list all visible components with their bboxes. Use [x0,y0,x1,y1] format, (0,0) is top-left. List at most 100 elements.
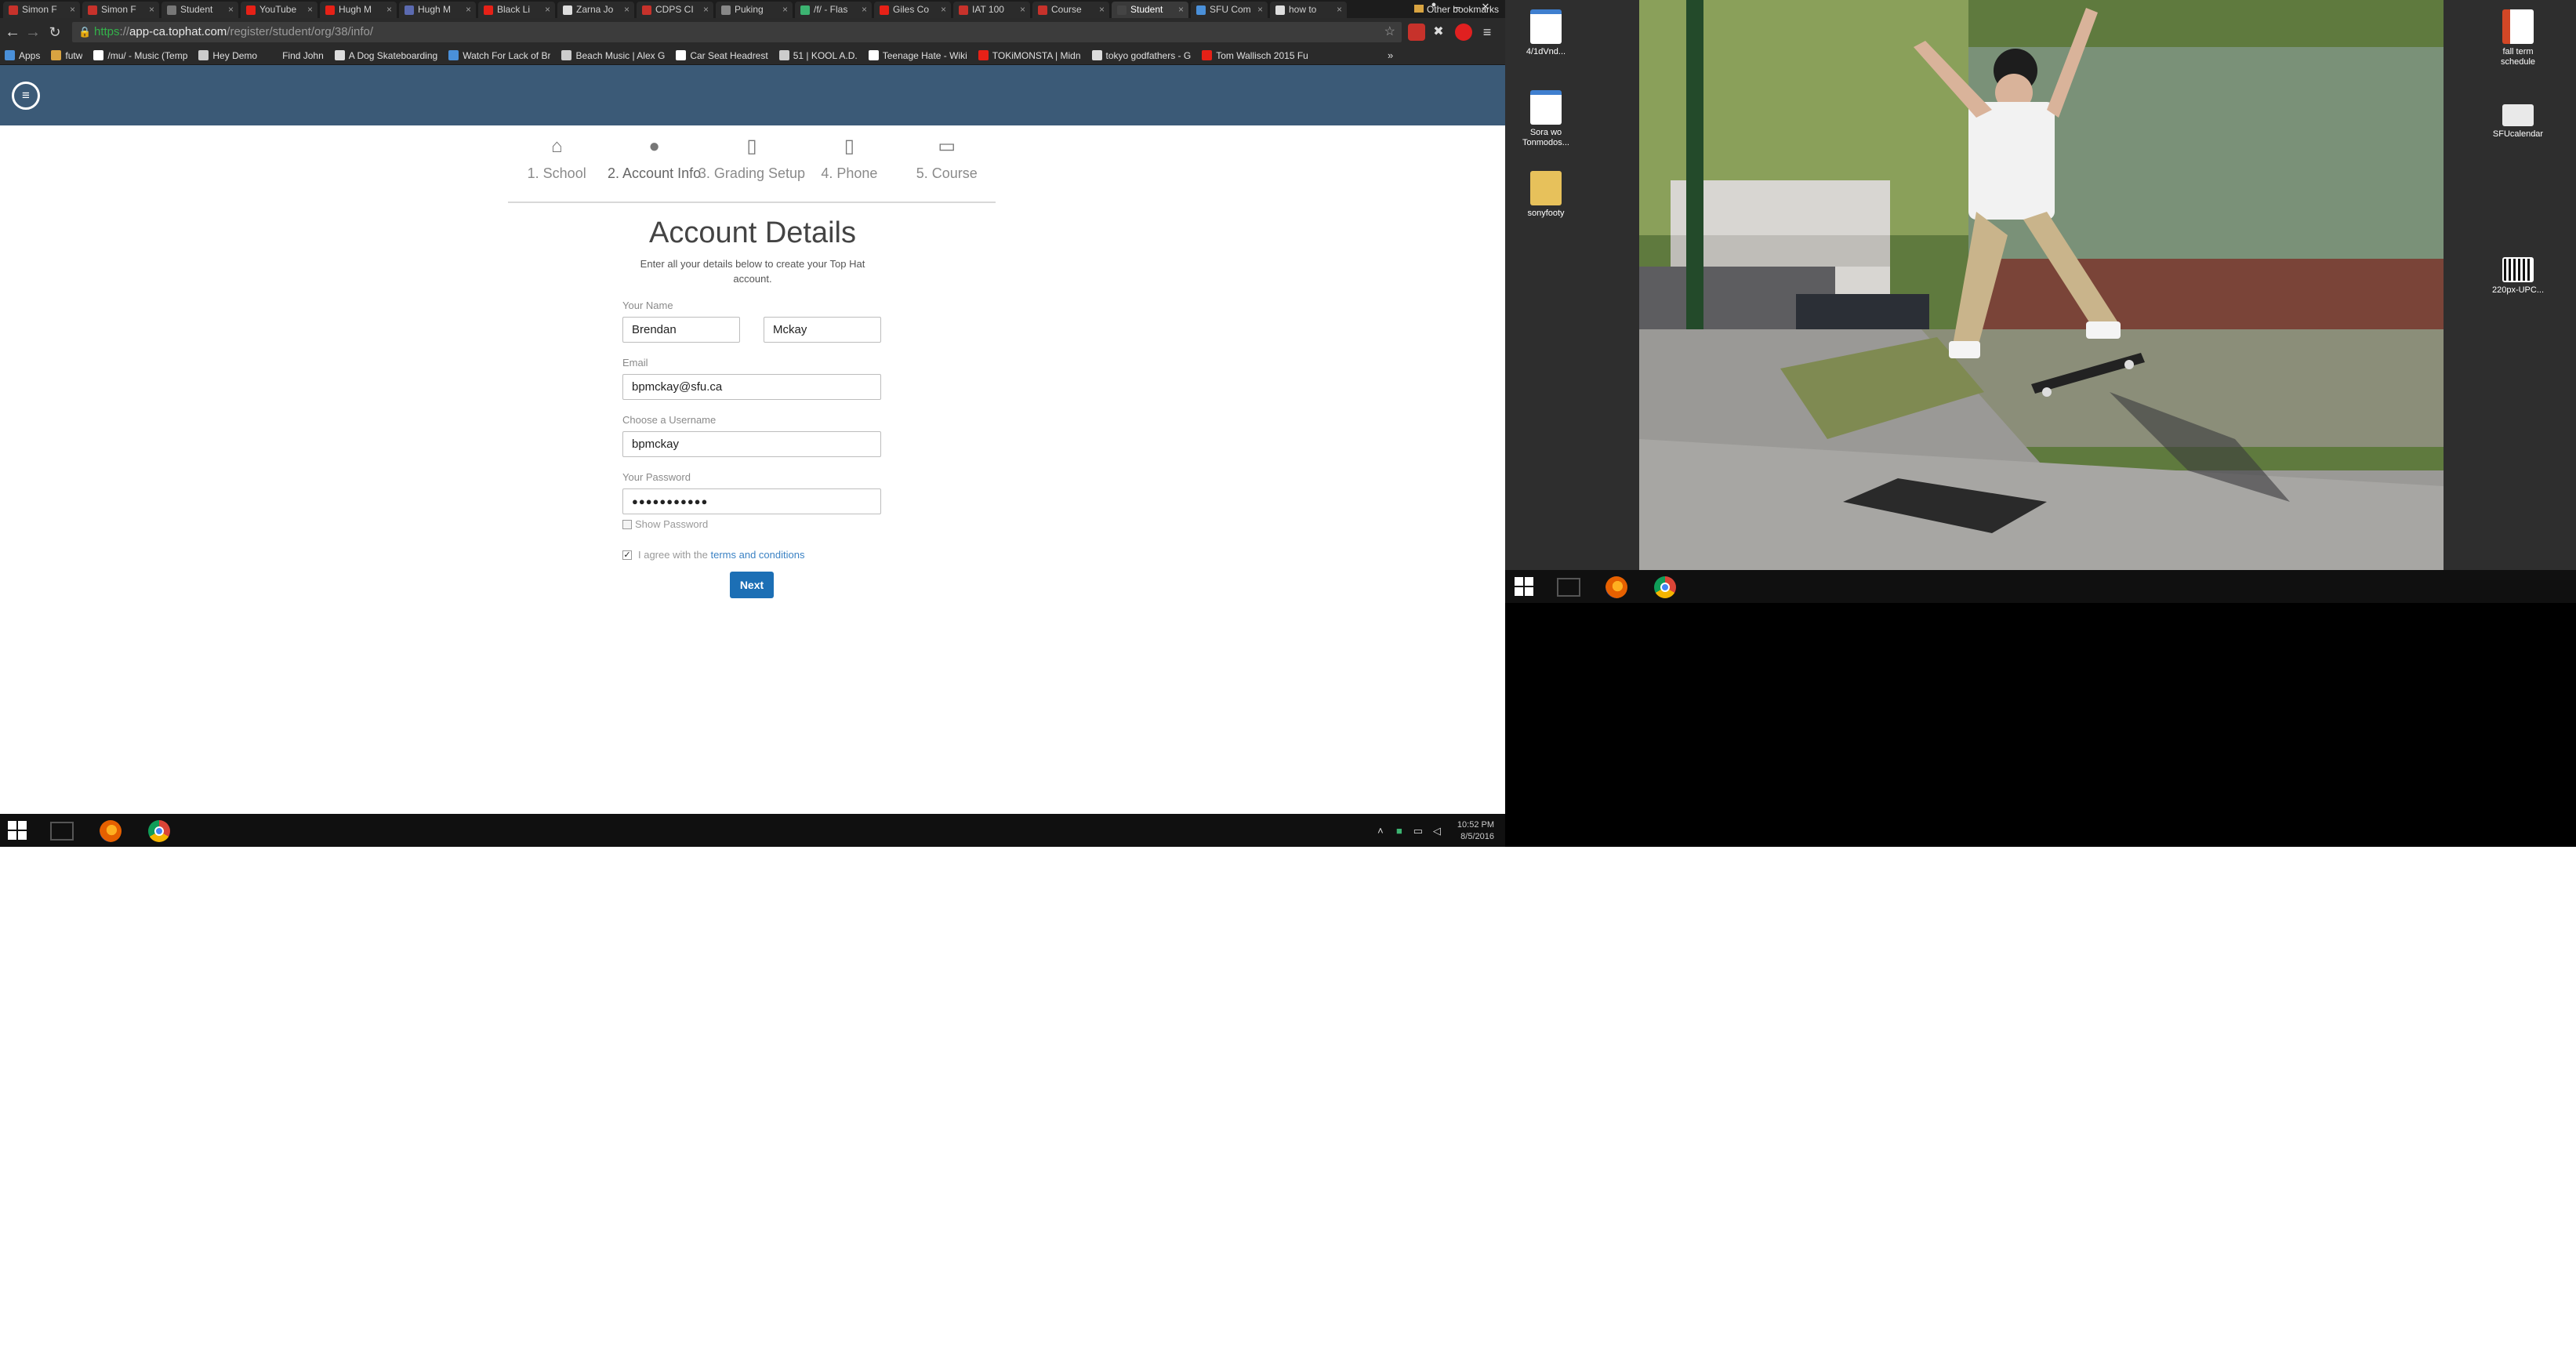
file-explorer-icon[interactable] [50,822,74,841]
tab-close-icon[interactable]: × [1020,2,1025,18]
bookmark-item[interactable]: A Dog Skateboarding [334,50,437,61]
browser-tab[interactable]: Student × [1112,2,1188,18]
tools-icon[interactable]: ✖ [1430,24,1447,41]
desktop-file-2[interactable]: Sora wo Tonmodos... [1515,90,1577,148]
show-password-checkbox[interactable] [622,520,632,529]
browser-tab[interactable]: Zarna Jo × [557,2,634,18]
bookmark-item[interactable]: 51 | KOOL A.D. [778,50,858,61]
tab-close-icon[interactable]: × [862,2,867,18]
taskbar-clock[interactable]: 10:52 PM 8/5/2016 [1457,819,1494,843]
browser-tab[interactable]: SFU Com × [1191,2,1268,18]
tab-close-icon[interactable]: × [703,2,709,18]
bookmark-item[interactable]: /mu/ - Music (Temp [93,50,187,61]
last-name-field[interactable] [764,317,881,343]
back-icon[interactable]: ← [3,22,22,42]
bookmark-favicon-icon [51,50,62,60]
browser-tab[interactable]: /f/ - Flas × [795,2,872,18]
windows-start-icon[interactable] [8,821,27,840]
windows-start-icon[interactable] [1515,577,1533,596]
desktop-file-calendar[interactable]: SFUcalendar [2487,98,2549,140]
desktop-file-1[interactable]: 4/1dVnd... [1515,9,1577,57]
tray-app-icon[interactable]: ■ [1393,825,1406,837]
tab-close-icon[interactable]: × [1257,2,1263,18]
browser-tab[interactable]: Hugh M × [399,2,476,18]
firefox-icon[interactable] [100,820,122,842]
tab-close-icon[interactable]: × [228,2,234,18]
browser-tab[interactable]: Student × [161,2,238,18]
step-1[interactable]: ⌂ 1. School [509,129,604,202]
terms-link[interactable]: terms and conditions [711,549,805,561]
more-bookmarks-chevron[interactable]: » [1388,49,1393,61]
browser-tab[interactable]: Puking × [716,2,793,18]
first-name-field[interactable] [622,317,740,343]
star-icon[interactable]: ☆ [1384,22,1395,42]
browser-tab[interactable]: Simon F × [82,2,159,18]
tophat-logo-icon[interactable]: ≡ [12,82,40,110]
bookmark-item[interactable]: tokyo godfathers - G [1091,50,1191,61]
browser-tab[interactable]: IAT 100 × [953,2,1030,18]
chrome-icon[interactable] [1654,576,1676,598]
browser-tab[interactable]: CDPS CI × [637,2,713,18]
browser-tab[interactable]: YouTube × [241,2,317,18]
bookmark-favicon-icon [561,50,572,60]
name-label: Your Name [622,300,673,311]
browser-tab[interactable]: Black Li × [478,2,555,18]
desktop-file-barcode[interactable]: 220px-UPC... [2487,257,2549,296]
file-explorer-icon[interactable] [1557,578,1580,597]
address-bar[interactable]: 🔒 https://app-ca.tophat.com/register/stu… [72,22,1402,42]
step-4[interactable]: ▯ 4. Phone [801,129,897,202]
username-field[interactable] [622,431,881,457]
tab-close-icon[interactable]: × [545,2,550,18]
browser-tab[interactable]: Hugh M × [320,2,397,18]
browser-tab[interactable]: Course × [1032,2,1109,18]
tab-close-icon[interactable]: × [1178,2,1184,18]
tab-close-icon[interactable]: × [782,2,788,18]
forward-icon[interactable]: → [24,22,42,42]
tab-close-icon[interactable]: × [466,2,471,18]
step-2[interactable]: ● 2. Account Info [607,129,702,202]
tab-close-icon[interactable]: × [386,2,392,18]
step-3[interactable]: ▯ 3. Grading Setup [698,129,805,202]
adblock-icon[interactable] [1455,24,1472,41]
bookmark-item[interactable]: futw [51,50,82,61]
tab-favicon-icon [405,5,414,15]
firefox-icon[interactable] [1605,576,1627,598]
bookmark-item[interactable]: Beach Music | Alex G [561,50,665,61]
extension-icon[interactable] [1408,24,1425,41]
browser-tab[interactable]: Simon F × [3,2,80,18]
bookmark-item[interactable]: Apps [5,50,40,61]
volume-icon[interactable]: ◁ [1431,825,1443,837]
bookmark-item[interactable]: TOKiMONSTA | Midn [978,50,1081,61]
other-bookmarks[interactable]: Other bookmarks [1413,4,1499,15]
password-field[interactable] [622,488,881,514]
bookmark-item[interactable]: Find John [268,50,324,61]
email-field[interactable] [622,374,881,400]
desktop-folder[interactable]: sonyfooty [1515,171,1577,219]
tab-close-icon[interactable]: × [149,2,154,18]
browser-tab[interactable]: how to × [1270,2,1347,18]
chevron-up-icon[interactable]: ˄ [1374,825,1387,837]
bookmark-item[interactable]: Teenage Hate - Wiki [868,50,967,61]
chrome-icon[interactable] [148,820,170,842]
bookmark-item[interactable]: Car Seat Headrest [676,50,768,61]
browser-tab[interactable]: Giles Co × [874,2,951,18]
menu-icon[interactable]: ≡ [1478,24,1496,41]
tab-favicon-icon [325,5,335,15]
bookmark-item[interactable]: Hey Demo [198,50,257,61]
tab-close-icon[interactable]: × [1099,2,1105,18]
tab-close-icon[interactable]: × [1337,2,1342,18]
step-5[interactable]: ▭ 5. Course [899,129,995,202]
agree-terms-checkbox[interactable]: ✓ [622,550,632,560]
network-icon[interactable]: ▭ [1412,825,1424,837]
step-label: 1. School [527,165,586,181]
tab-close-icon[interactable]: × [941,2,946,18]
desktop-file-schedule[interactable]: fall term schedule [2487,9,2549,67]
tab-close-icon[interactable]: × [624,2,629,18]
bookmark-item[interactable]: Tom Wallisch 2015 Fu [1202,50,1308,61]
bookmark-item[interactable]: Watch For Lack of Br [448,50,550,61]
reload-icon[interactable]: ↻ [45,22,64,42]
tab-close-icon[interactable]: × [307,2,313,18]
tab-close-icon[interactable]: × [70,2,75,18]
next-button[interactable]: Next [730,572,774,598]
bookmark-label: Watch For Lack of Br [463,49,551,61]
